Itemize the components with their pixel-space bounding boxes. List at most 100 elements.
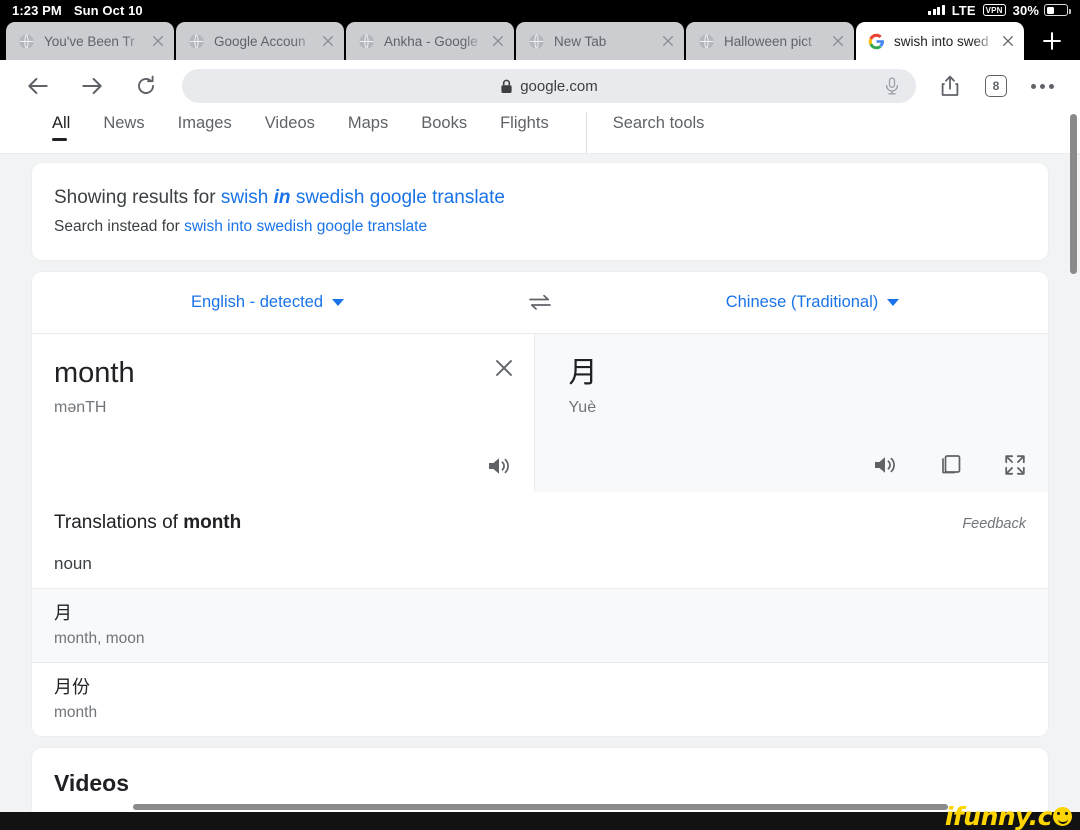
search-instead-line: Search instead for swish into swedish go…	[54, 218, 1026, 236]
status-time: 1:23 PM	[12, 2, 62, 18]
target-text: 月	[568, 356, 598, 389]
showing-results-line: Showing results for swish in swedish goo…	[54, 185, 1026, 211]
google-g-icon	[868, 33, 884, 49]
tab-title: Ankha - Google	[384, 33, 478, 49]
translate-body: month mənTH 月 Yuè	[32, 333, 1048, 492]
close-icon[interactable]	[830, 33, 846, 49]
browser-tab-active[interactable]: swish into swed	[856, 22, 1024, 60]
bottom-bar	[0, 812, 1080, 830]
translation-row[interactable]: 月份 month	[32, 662, 1048, 736]
search-filter-books[interactable]: Books	[421, 112, 467, 154]
search-filter-flights[interactable]: Flights	[500, 112, 549, 154]
horizontal-scrollbar[interactable]	[133, 804, 948, 810]
watermark-text: ifunny.c	[944, 802, 1053, 830]
copy-icon[interactable]	[938, 452, 964, 478]
browser-toolbar: google.com 8	[0, 60, 1080, 112]
status-bar-right: LTE VPN 30%	[928, 2, 1071, 18]
search-filter-videos[interactable]: Videos	[265, 112, 315, 154]
back-arrow-icon	[28, 77, 48, 95]
close-icon[interactable]	[660, 33, 676, 49]
tab-count-badge: 8	[985, 75, 1007, 97]
tab-count-button[interactable]: 8	[976, 66, 1016, 106]
videos-section: Videos	[32, 748, 1048, 812]
status-bar-left: 1:23 PM Sun Oct 10	[12, 3, 143, 18]
vpn-badge-icon: VPN	[982, 4, 1006, 16]
browser-tab[interactable]: Halloween pict	[686, 22, 854, 60]
nav-divider	[585, 112, 587, 154]
swap-arrows-icon	[529, 294, 551, 310]
translate-source-panel[interactable]: month mənTH	[32, 333, 535, 492]
showing-term-emphasis: in	[273, 187, 291, 208]
videos-card: Videos	[32, 748, 1048, 812]
forward-arrow-icon	[82, 77, 102, 95]
ios-status-bar: 1:23 PM Sun Oct 10 LTE VPN 30%	[0, 0, 1080, 20]
target-language-selector[interactable]: Chinese (Traditional)	[577, 293, 1048, 312]
showing-term-b: swedish google translate	[290, 187, 505, 208]
address-bar[interactable]: google.com	[182, 69, 916, 103]
browser-tab[interactable]: Ankha - Google	[346, 22, 514, 60]
feedback-link[interactable]: Feedback	[962, 516, 1026, 532]
reload-button[interactable]	[126, 66, 166, 106]
battery-percent: 30%	[1012, 2, 1039, 18]
showing-results-link[interactable]: swish in swedish google translate	[221, 187, 505, 208]
tab-title: You've Been Tr	[44, 33, 135, 49]
search-filter-images[interactable]: Images	[178, 112, 232, 154]
chevron-down-icon	[332, 298, 345, 306]
address-bar-text: google.com	[520, 77, 598, 95]
translation-gloss: month, moon	[54, 630, 145, 648]
share-icon	[941, 75, 959, 96]
translations-title-term: month	[183, 511, 242, 533]
browser-tab[interactable]: Google Accoun	[176, 22, 344, 60]
browser-tab[interactable]: New Tab	[516, 22, 684, 60]
target-actions	[569, 452, 1029, 478]
more-dots-icon	[1030, 83, 1054, 89]
search-filter-all[interactable]: All	[52, 112, 70, 154]
more-options-button[interactable]	[1022, 66, 1062, 106]
tab-title: New Tab	[554, 33, 607, 49]
search-filter-maps[interactable]: Maps	[348, 112, 388, 154]
translations-title-prefix: Translations of	[54, 511, 184, 533]
tab-title: swish into swed	[894, 33, 989, 49]
spelling-suggestion-card: Showing results for swish in swedish goo…	[32, 163, 1048, 260]
translation-term: 月份	[54, 677, 90, 698]
browser-tab[interactable]: You've Been Tr	[6, 22, 174, 60]
translations-section: Translations of month Feedback noun 月 mo…	[32, 492, 1048, 737]
plus-icon	[1043, 32, 1061, 50]
battery-icon	[1044, 4, 1071, 16]
vertical-scrollbar[interactable]	[1070, 114, 1077, 274]
source-phonetic: mənTH	[54, 398, 107, 416]
speaker-icon[interactable]	[872, 453, 900, 477]
search-tools-button[interactable]: Search tools	[613, 112, 705, 133]
close-icon[interactable]	[1000, 33, 1016, 49]
close-icon[interactable]	[150, 33, 166, 49]
spelling-suggestion: Showing results for swish in swedish goo…	[32, 163, 1048, 260]
signal-bars-icon	[928, 5, 945, 15]
new-tab-button[interactable]	[1032, 22, 1072, 60]
globe-icon	[699, 33, 714, 49]
translate-language-bar: English - detected Chinese (Traditional)	[32, 272, 1048, 334]
translate-target-panel: 月 Yuè	[534, 333, 1048, 492]
globe-icon	[359, 33, 374, 49]
forward-button[interactable]	[72, 66, 112, 106]
microphone-icon[interactable]	[882, 76, 902, 96]
clear-input-icon[interactable]	[492, 356, 516, 380]
fullscreen-icon[interactable]	[1002, 452, 1028, 478]
search-filter-news[interactable]: News	[103, 112, 144, 154]
swap-languages-button[interactable]	[503, 292, 577, 312]
source-language-selector[interactable]: English - detected	[32, 293, 503, 312]
network-type: LTE	[951, 2, 976, 18]
speaker-icon[interactable]	[486, 454, 514, 478]
globe-icon	[19, 33, 34, 49]
translation-row[interactable]: 月 month, moon	[32, 587, 1048, 663]
part-of-speech-label: noun	[54, 553, 92, 573]
close-icon[interactable]	[490, 33, 506, 49]
share-button[interactable]	[930, 66, 970, 106]
showing-term-a: swish	[220, 187, 274, 208]
tab-title: Halloween pict	[724, 33, 812, 49]
search-instead-link[interactable]: swish into swedish google translate	[184, 218, 427, 235]
close-icon[interactable]	[320, 33, 336, 49]
source-text: month	[54, 356, 135, 389]
chevron-down-icon	[887, 298, 900, 306]
browser-tab-strip: You've Been Tr Google Accoun Ankha - Goo…	[0, 20, 1080, 60]
back-button[interactable]	[18, 66, 58, 106]
